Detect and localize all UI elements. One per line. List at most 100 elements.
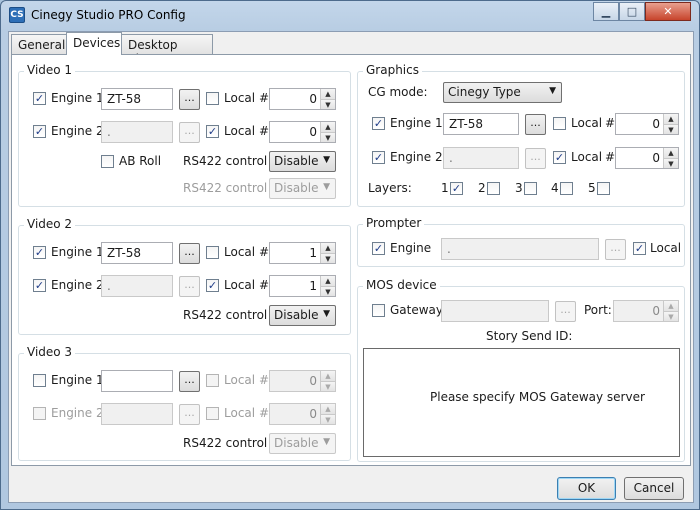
video2-engine2-local-checkbox[interactable]: ✓ (206, 279, 219, 292)
video2-engine1-number-spinner[interactable]: 1 ▲ ▼ (269, 242, 336, 264)
spin-up-icon[interactable]: ▲ (664, 301, 678, 311)
graphics-engine1-checkbox[interactable]: ✓ (372, 117, 385, 130)
spin-down-icon[interactable]: ▼ (321, 381, 335, 391)
video2-engine2-number-spinner[interactable]: 1 ▲ ▼ (269, 275, 336, 297)
video3-engine1-number-spinner[interactable]: 0 ▲ ▼ (269, 370, 336, 392)
spinner-arrows[interactable]: ▲ ▼ (320, 89, 335, 109)
video1-rs422-1-select[interactable]: Disable ▼ (269, 151, 336, 172)
cancel-button[interactable]: Cancel (624, 477, 684, 500)
mos-gateway-checkbox[interactable] (372, 304, 385, 317)
spin-up-icon[interactable]: ▲ (321, 404, 335, 414)
video2-engine1-local-checkbox[interactable] (206, 246, 219, 259)
spin-up-icon[interactable]: ▲ (321, 371, 335, 381)
video1-rs422-2-select[interactable]: Disable ▼ (269, 178, 336, 199)
video2-engine1-checkbox[interactable]: ✓ (33, 246, 46, 259)
video2-engine2-local-label: Local (224, 278, 256, 292)
prompter-engine-checkbox[interactable]: ✓ (372, 242, 385, 255)
mos-port-spinner[interactable]: 0 ▲ ▼ (613, 300, 679, 322)
video3-engine2-checkbox[interactable] (33, 407, 46, 420)
graphics-engine1-local-checkbox[interactable] (553, 117, 566, 130)
video2-engine1-input[interactable]: ZT-58 (101, 242, 173, 264)
title-bar[interactable]: CS Cinegy Studio PRO Config ▁ □ ✕ (1, 1, 699, 31)
spin-up-icon[interactable]: ▲ (321, 276, 335, 286)
graphics-engine1-browse-button[interactable]: ... (525, 114, 546, 135)
video3-engine1-local-checkbox[interactable] (206, 374, 219, 387)
graphics-engine2-checkbox[interactable]: ✓ (372, 151, 385, 164)
spin-down-icon[interactable]: ▼ (321, 132, 335, 142)
video3-engine1-input[interactable] (101, 370, 173, 392)
video3-engine1-browse-button[interactable]: ... (179, 371, 200, 392)
layer-2-checkbox[interactable] (487, 182, 500, 195)
video1-engine2-input[interactable]: . (101, 121, 173, 143)
mos-gateway-input[interactable] (441, 300, 549, 322)
video1-engine2-browse-button[interactable]: ... (179, 122, 200, 143)
spin-down-icon[interactable]: ▼ (321, 286, 335, 296)
graphics-engine2-browse-button[interactable]: ... (525, 148, 546, 169)
spinner-arrows[interactable]: ▲ ▼ (663, 114, 678, 134)
spin-down-icon[interactable]: ▼ (321, 99, 335, 109)
layer-5-checkbox[interactable] (597, 182, 610, 195)
spin-down-icon[interactable]: ▼ (664, 311, 678, 321)
tab-desktop-player[interactable]: Desktop player (121, 34, 213, 66)
video2-rs422-1-select[interactable]: Disable ▼ (269, 305, 336, 326)
video1-engine1-hash: # (259, 91, 270, 105)
video1-engine2-local-checkbox[interactable]: ✓ (206, 125, 219, 138)
prompter-local-checkbox[interactable]: ✓ (633, 242, 646, 255)
spinner-arrows[interactable]: ▲ ▼ (663, 301, 678, 321)
prompter-engine-input[interactable]: . (441, 238, 599, 260)
story-send-id-box[interactable]: Please specify MOS Gateway server (363, 348, 680, 457)
video1-engine1-input[interactable]: ZT-58 (101, 88, 173, 110)
graphics-engine2-number-spinner[interactable]: 0 ▲ ▼ (615, 147, 679, 169)
spinner-arrows[interactable]: ▲ ▼ (320, 243, 335, 263)
layer-3-checkbox[interactable] (524, 182, 537, 195)
video1-engine1-local-label: Local (224, 91, 256, 105)
mos-gateway-browse-button[interactable]: ... (555, 301, 576, 322)
spin-up-icon[interactable]: ▲ (664, 148, 678, 158)
graphics-engine2-local-checkbox[interactable]: ✓ (553, 151, 566, 164)
layer-1-checkbox[interactable]: ✓ (450, 182, 463, 195)
graphics-engine1-input[interactable]: ZT-58 (443, 113, 519, 135)
graphics-engine2-input[interactable]: . (443, 147, 519, 169)
spin-down-icon[interactable]: ▼ (664, 158, 678, 168)
spinner-arrows[interactable]: ▲ ▼ (320, 371, 335, 391)
graphics-engine1-number-spinner[interactable]: 0 ▲ ▼ (615, 113, 679, 135)
spinner-arrows[interactable]: ▲ ▼ (320, 276, 335, 296)
layer-4-checkbox[interactable] (560, 182, 573, 195)
video3-rs422-1-select[interactable]: Disable ▼ (269, 433, 336, 454)
tab-devices[interactable]: Devices (66, 32, 122, 55)
spin-up-icon[interactable]: ▲ (321, 243, 335, 253)
video3-engine2-number-spinner[interactable]: 0 ▲ ▼ (269, 403, 336, 425)
video2-engine2-browse-button[interactable]: ... (179, 276, 200, 297)
video1-engine1-local-checkbox[interactable] (206, 92, 219, 105)
ab-roll-checkbox[interactable] (101, 155, 114, 168)
video1-engine2-checkbox[interactable]: ✓ (33, 125, 46, 138)
video2-engine2-input[interactable]: . (101, 275, 173, 297)
spin-up-icon[interactable]: ▲ (321, 122, 335, 132)
spinner-arrows[interactable]: ▲ ▼ (663, 148, 678, 168)
minimize-button[interactable]: ▁ (593, 2, 619, 21)
video1-engine2-number-spinner[interactable]: 0 ▲ ▼ (269, 121, 336, 143)
video3-engine2-browse-button[interactable]: ... (179, 404, 200, 425)
video3-engine2-local-checkbox[interactable] (206, 407, 219, 420)
cg-mode-select[interactable]: Cinegy Type ▼ (443, 82, 562, 103)
maximize-button[interactable]: □ (619, 2, 645, 21)
video1-engine1-checkbox[interactable]: ✓ (33, 92, 46, 105)
prompter-browse-button[interactable]: ... (605, 239, 626, 260)
close-button[interactable]: ✕ (645, 2, 691, 21)
spin-down-icon[interactable]: ▼ (321, 414, 335, 424)
video2-engine1-browse-button[interactable]: ... (179, 243, 200, 264)
spin-up-icon[interactable]: ▲ (664, 114, 678, 124)
spin-down-icon[interactable]: ▼ (321, 253, 335, 263)
tab-general[interactable]: General (11, 34, 67, 54)
ok-button[interactable]: OK (557, 477, 616, 500)
video2-engine2-checkbox[interactable]: ✓ (33, 279, 46, 292)
video1-engine1-number-spinner[interactable]: 0 ▲ ▼ (269, 88, 336, 110)
spin-down-icon[interactable]: ▼ (664, 124, 678, 134)
video3-engine2-input[interactable] (101, 403, 173, 425)
video1-engine1-browse-button[interactable]: ... (179, 89, 200, 110)
spinner-arrows[interactable]: ▲ ▼ (320, 122, 335, 142)
layer-2-label: 2 (478, 181, 486, 195)
spin-up-icon[interactable]: ▲ (321, 89, 335, 99)
spinner-arrows[interactable]: ▲ ▼ (320, 404, 335, 424)
video3-engine1-checkbox[interactable] (33, 374, 46, 387)
